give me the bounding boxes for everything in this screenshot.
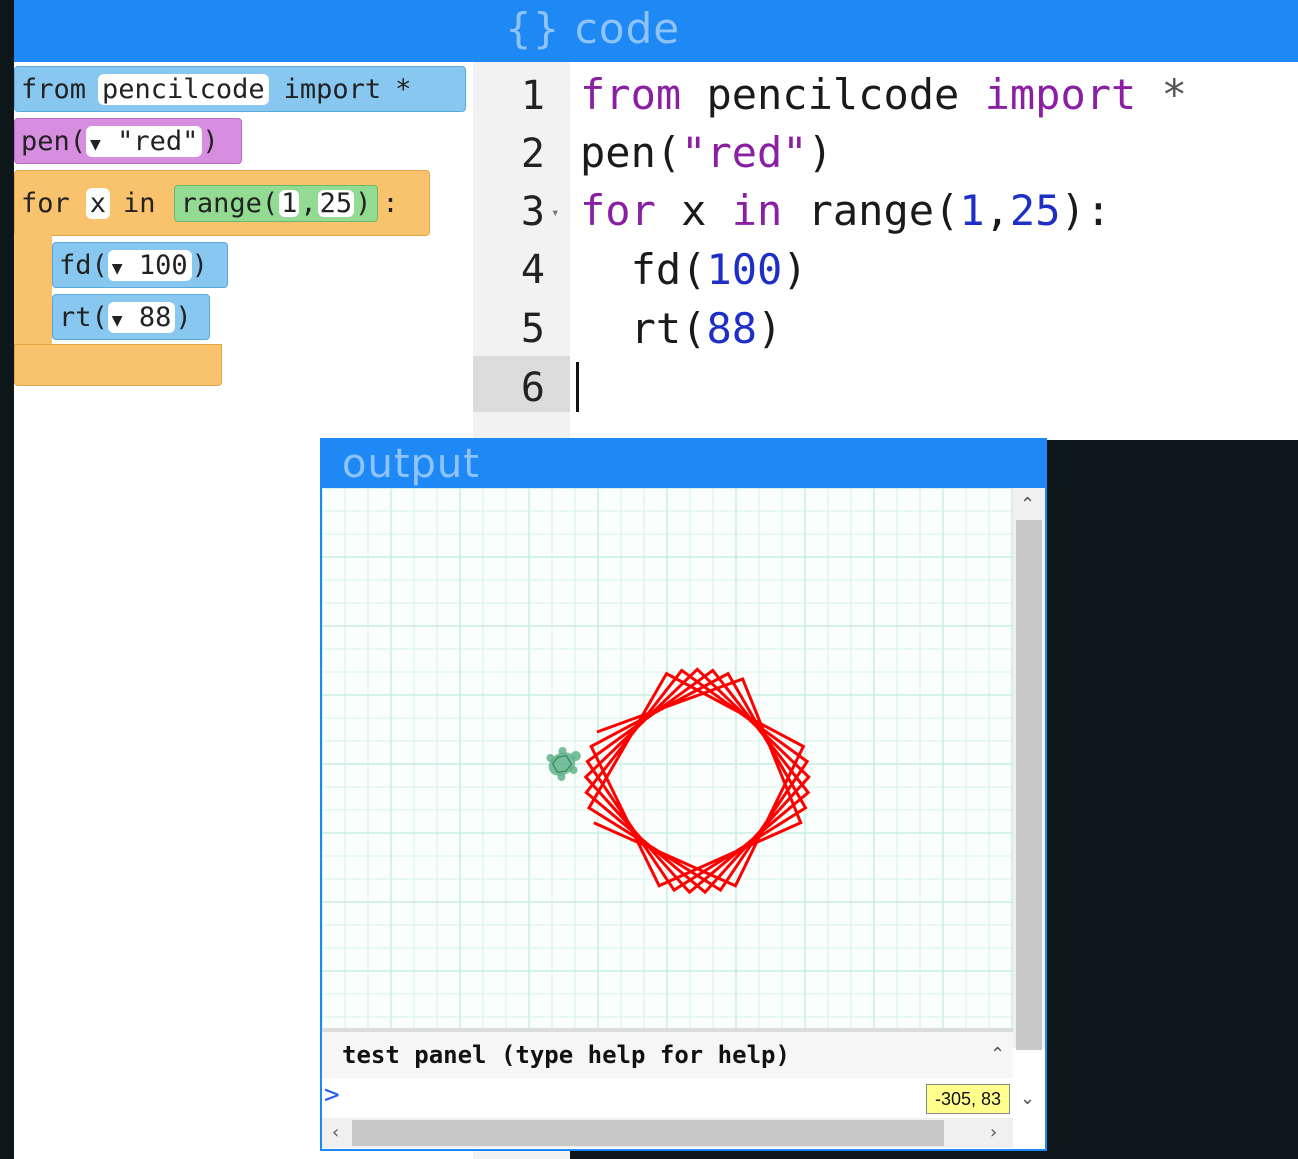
rt-block[interactable]: rt( ▼ 88 ) — [52, 294, 210, 340]
import-star: * — [1136, 70, 1187, 119]
fd-value-slot[interactable]: ▼ 100 — [107, 249, 192, 281]
line-number: 6 — [520, 365, 545, 411]
output-panel-title: output — [342, 441, 480, 487]
close-colon: ): — [1060, 186, 1112, 235]
fold-marker-icon[interactable]: ▾ — [551, 205, 559, 221]
pen-path — [583, 667, 811, 895]
turtle-icon[interactable] — [542, 741, 587, 784]
range-block[interactable]: range( 1 , 25 ) — [173, 184, 379, 222]
for-keyword: for — [21, 187, 70, 219]
code-line-1[interactable]: from pencilcode import * — [580, 74, 1187, 116]
coordinate-readout: -305, 83 — [926, 1084, 1010, 1114]
keyword-from: from — [580, 70, 682, 119]
loop-var-slot[interactable]: x — [85, 187, 111, 219]
code-line-3[interactable]: for x in range(1,25): — [580, 190, 1111, 232]
number-stop: 25 — [1009, 186, 1061, 235]
close-paren: ) — [782, 245, 808, 294]
dropdown-arrow-icon[interactable]: ▼ — [112, 310, 123, 331]
range-comma: , — [300, 187, 317, 219]
import-keyword: import — [283, 73, 382, 105]
code-line-2[interactable]: pen("red") — [580, 132, 833, 174]
module-name: pencilcode — [681, 70, 985, 119]
import-block[interactable]: from pencilcode import * — [14, 66, 466, 112]
dropdown-arrow-icon[interactable]: ▼ — [90, 134, 101, 155]
import-star: * — [395, 73, 412, 105]
line-number: 2 — [520, 131, 545, 177]
fd-value: 100 — [138, 249, 188, 281]
number-88: 88 — [706, 304, 758, 353]
turtle-canvas[interactable] — [322, 488, 1013, 1028]
for-loop-side — [14, 234, 52, 346]
code-panel-title: {} code — [505, 4, 681, 53]
rt-func: rt( — [59, 301, 108, 333]
keyword-import: import — [984, 70, 1137, 119]
turtle-drawing — [583, 667, 811, 895]
scroll-right-icon[interactable]: › — [990, 1124, 997, 1142]
pen-func: pen( — [21, 125, 87, 157]
for-loop-footer — [14, 344, 222, 386]
range-func: range( — [180, 187, 279, 219]
scroll-down-icon[interactable]: ⌄ — [1020, 1090, 1035, 1108]
in-keyword: in — [123, 187, 156, 219]
fd-call: fd( — [580, 245, 707, 294]
dropdown-arrow-icon[interactable]: ▼ — [112, 258, 123, 279]
test-panel-label: test panel (type help for help) — [342, 1041, 790, 1069]
rt-value: 88 — [138, 301, 172, 333]
vertical-scrollbar-thumb[interactable] — [1016, 520, 1042, 1050]
fd-close-paren: ) — [191, 249, 208, 281]
rt-call: rt( — [580, 304, 707, 353]
loop-var: x — [655, 186, 732, 235]
close-paren: ) — [757, 304, 783, 353]
keyword-in: in — [731, 186, 783, 235]
scroll-up-icon[interactable]: ⌃ — [1020, 496, 1035, 514]
canvas-grid — [322, 488, 1013, 1028]
range-close: ) — [355, 187, 372, 219]
for-loop-block[interactable]: for x in range( 1 , 25 ) : — [14, 170, 430, 236]
line-number: 3 — [520, 189, 545, 235]
pen-color-slot[interactable]: ▼ "red" — [86, 125, 203, 157]
range-stop-slot[interactable]: 25 — [317, 189, 355, 217]
comma: , — [984, 186, 1010, 235]
pen-close-paren: ) — [202, 125, 219, 157]
for-colon: : — [382, 187, 399, 219]
string-red: "red" — [681, 128, 808, 177]
range-start-slot[interactable]: 1 — [279, 189, 300, 217]
scroll-left-icon[interactable]: ‹ — [332, 1124, 339, 1142]
code-line-4[interactable]: fd(100) — [580, 249, 808, 291]
line-number: 1 — [520, 73, 545, 119]
module-slot[interactable]: pencilcode — [98, 73, 269, 105]
from-keyword: from — [21, 73, 87, 105]
pen-call: pen( — [580, 128, 682, 177]
range-call: range( — [782, 186, 960, 235]
code-line-5[interactable]: rt(88) — [580, 308, 783, 350]
horizontal-scrollbar-thumb[interactable] — [352, 1120, 944, 1146]
close-paren: ) — [807, 128, 833, 177]
line-number: 4 — [520, 247, 545, 293]
number-100: 100 — [706, 245, 783, 294]
line-number: 5 — [520, 306, 545, 352]
fd-block[interactable]: fd( ▼ 100 ) — [52, 242, 228, 288]
keyword-for: for — [580, 186, 656, 235]
text-cursor — [576, 362, 579, 412]
pen-color-value: "red" — [117, 125, 199, 157]
scroll-up-icon[interactable]: ⌃ — [990, 1046, 1005, 1064]
number-start: 1 — [959, 186, 985, 235]
rt-close-paren: ) — [175, 301, 192, 333]
console-input[interactable] — [322, 1078, 1013, 1118]
rt-value-slot[interactable]: ▼ 88 — [107, 301, 176, 333]
pen-block[interactable]: pen( ▼ "red" ) — [14, 118, 242, 164]
fd-func: fd( — [59, 249, 108, 281]
console-prompt: > — [324, 1080, 340, 1110]
